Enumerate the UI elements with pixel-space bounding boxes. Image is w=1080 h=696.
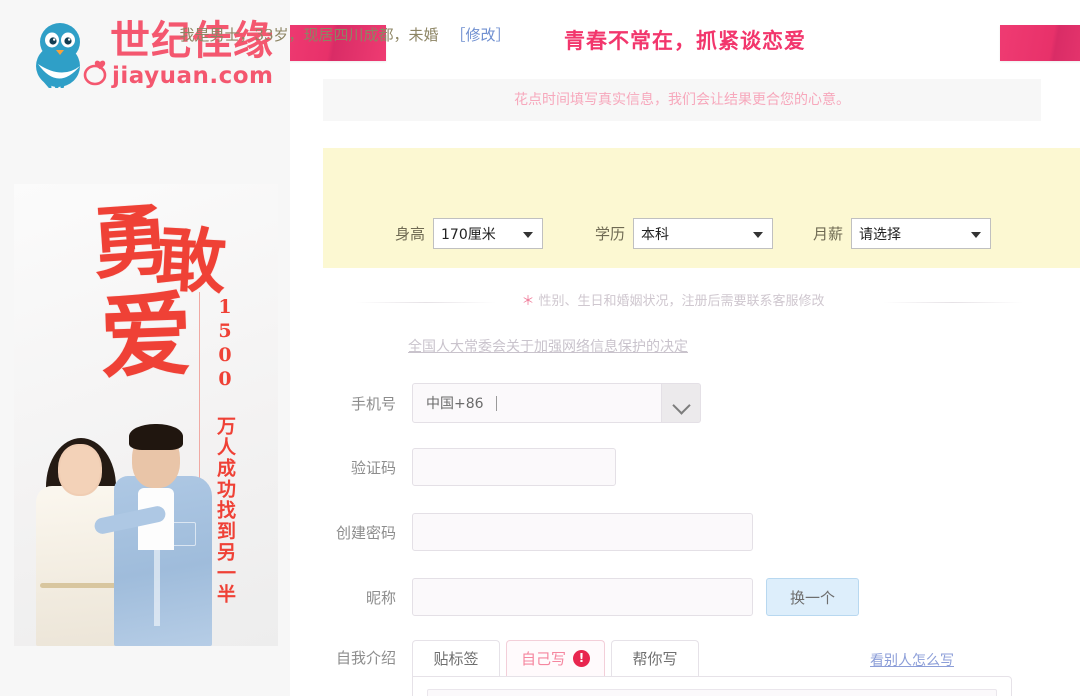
captcha-input[interactable] <box>412 448 616 486</box>
tab-help-write-text: 帮你写 <box>632 650 678 668</box>
phone-label: 手机号 <box>350 394 396 413</box>
form-notice-banner: 花点时间填写真实信息，我们会让结果更合您的心意。 <box>323 79 1041 121</box>
promo-poster[interactable]: 勇 敢 爱 1500 万人成功找到另一半 <box>14 184 278 646</box>
tab-help-write[interactable]: 帮你写 <box>611 640 700 676</box>
field-notice-row: ＊性别、生日和婚姻状况，注册后需要联系客服修改 <box>323 292 1080 312</box>
nickname-label: 昵称 <box>365 588 396 607</box>
height-value: 170厘米 <box>441 226 496 243</box>
text-cursor <box>495 395 497 411</box>
height-label: 身高 <box>395 225 426 243</box>
captcha-row: 验证码 <box>323 448 1080 486</box>
page-root: 世纪佳缘 jiayuan.com 勇 敢 爱 1500 万人成功找到另一半 青春… <box>0 0 1080 696</box>
education-group: 学历 本科 <box>595 218 774 249</box>
salary-label: 月薪 <box>813 225 844 243</box>
education-value: 本科 <box>641 226 670 243</box>
error-badge-icon: ! <box>573 650 591 667</box>
password-input[interactable] <box>412 513 753 551</box>
profile-summary-text: 我是男士，33岁，现居四川成都，未婚 ［修改］ <box>0 24 690 45</box>
chevron-down-icon <box>753 232 764 238</box>
height-select[interactable]: 170厘米 <box>433 218 544 249</box>
password-row: 创建密码 <box>323 513 1080 551</box>
tab-tag-labels[interactable]: 贴标签 <box>412 640 500 676</box>
asterisk-icon: ＊ <box>521 294 535 309</box>
see-others-link[interactable]: 看别人怎么写 <box>870 650 954 670</box>
captcha-label: 验证码 <box>350 458 396 477</box>
tab-write-yourself-text: 自己写 <box>521 650 567 668</box>
self-intro-row: 自我介绍 贴标签 自己写 ! 帮你写 看别人怎么写 <box>323 640 1080 676</box>
self-intro-textarea[interactable] <box>427 689 997 696</box>
height-group: 身高 170厘米 <box>395 218 544 249</box>
poster-char-3: 爱 <box>98 280 194 392</box>
salary-select[interactable]: 请选择 <box>851 218 992 249</box>
country-code-dropdown[interactable] <box>662 383 701 423</box>
field-notice-label: 性别、生日和婚姻状况，注册后需要联系客服修改 <box>538 294 825 309</box>
edit-profile-link[interactable]: ［修改］ <box>451 26 511 44</box>
chevron-down-icon <box>523 232 534 238</box>
education-select[interactable]: 本科 <box>633 218 774 249</box>
couple-photo <box>32 406 222 646</box>
field-notice-text: ＊性别、生日和婚姻状况，注册后需要联系客服修改 <box>323 292 1023 312</box>
profile-summary-sentence: 我是男士，33岁，现居四川成都，未婚 <box>179 26 439 44</box>
phone-input[interactable]: 中国+86 <box>412 383 662 423</box>
salary-group: 月薪 请选择 <box>813 218 992 249</box>
profile-selects-row: 身高 170厘米 学历 本科 月薪 请选择 <box>395 218 992 249</box>
heart-ring-icon <box>83 60 107 86</box>
self-intro-panel <box>412 676 1012 696</box>
chevron-down-icon <box>971 232 982 238</box>
phone-value: 中国+86 <box>426 396 484 412</box>
salary-value: 请选择 <box>859 226 902 243</box>
education-label: 学历 <box>595 225 626 243</box>
phone-row: 手机号 中国+86 <box>323 383 1080 423</box>
self-intro-label: 自我介绍 <box>335 649 396 667</box>
phone-field-group: 中国+86 <box>412 383 701 423</box>
chevron-down-icon <box>672 396 691 415</box>
tab-tag-labels-text: 贴标签 <box>433 650 479 668</box>
password-label: 创建密码 <box>335 523 396 542</box>
left-sidebar: 世纪佳缘 jiayuan.com 勇 敢 爱 1500 万人成功找到另一半 <box>0 0 290 696</box>
privacy-policy-link[interactable]: 全国人大常委会关于加强网络信息保护的决定 <box>408 336 688 356</box>
refresh-nickname-button[interactable]: 换一个 <box>766 578 859 616</box>
nickname-input[interactable] <box>412 578 753 616</box>
tab-write-yourself[interactable]: 自己写 ! <box>506 640 606 676</box>
brand-name-en: jiayuan.com <box>112 63 274 89</box>
profile-summary-panel <box>323 148 1080 268</box>
nickname-row: 昵称 换一个 <box>323 578 1080 616</box>
